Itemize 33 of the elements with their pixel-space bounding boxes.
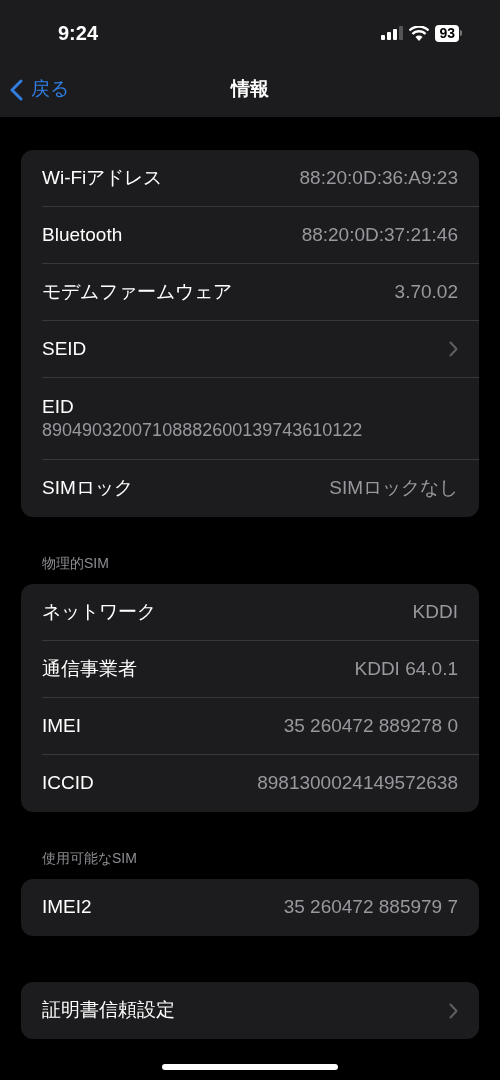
battery-icon: 93 [435,24,462,42]
section-header: 物理的SIM [42,555,109,571]
list-item[interactable]: 証明書信頼設定 [42,982,479,1039]
row-value: 35 260472 889278 0 [283,713,458,738]
row-value: KDDI 64.0.1 [354,656,458,681]
row-value: 88:20:0D:37:21:46 [301,222,458,247]
back-chevron-icon [10,78,23,101]
signal-icon [381,26,404,40]
row-label: モデムファームウェア [42,279,232,304]
row-label: Bluetooth [42,222,123,247]
row-label: ICCID [42,771,94,796]
page-title: 情報 [231,77,269,102]
row-label: IMEI2 [42,895,92,920]
row-value: 8981300024149572638 [257,771,458,796]
section-header: 使用可能なSIM [42,850,137,866]
row-value: 89049032007108882600139743610122 [42,419,364,442]
row-label: IMEI [42,713,82,738]
list-item[interactable]: SEID [42,321,479,378]
row-label: SIMロック [42,476,133,501]
status-time: 9:24 [58,21,99,46]
row-label: EID [42,395,75,420]
row-value: 88:20:0D:36:A9:23 [299,165,458,190]
chevron-icon [449,1002,458,1019]
back-button[interactable]: 戻る [10,75,69,104]
chevron-icon [449,341,458,357]
wifi-icon [409,25,430,41]
row-label: ネットワーク [42,599,156,624]
row-label: 通信事業者 [42,656,137,681]
row-label: Wi-Fiアドレス [42,165,163,190]
row-value: KDDI [412,599,458,624]
row-value: 35 260472 885979 7 [283,895,458,920]
row-value: 3.70.02 [394,279,458,304]
row-value: SIMロックなし [329,476,458,501]
